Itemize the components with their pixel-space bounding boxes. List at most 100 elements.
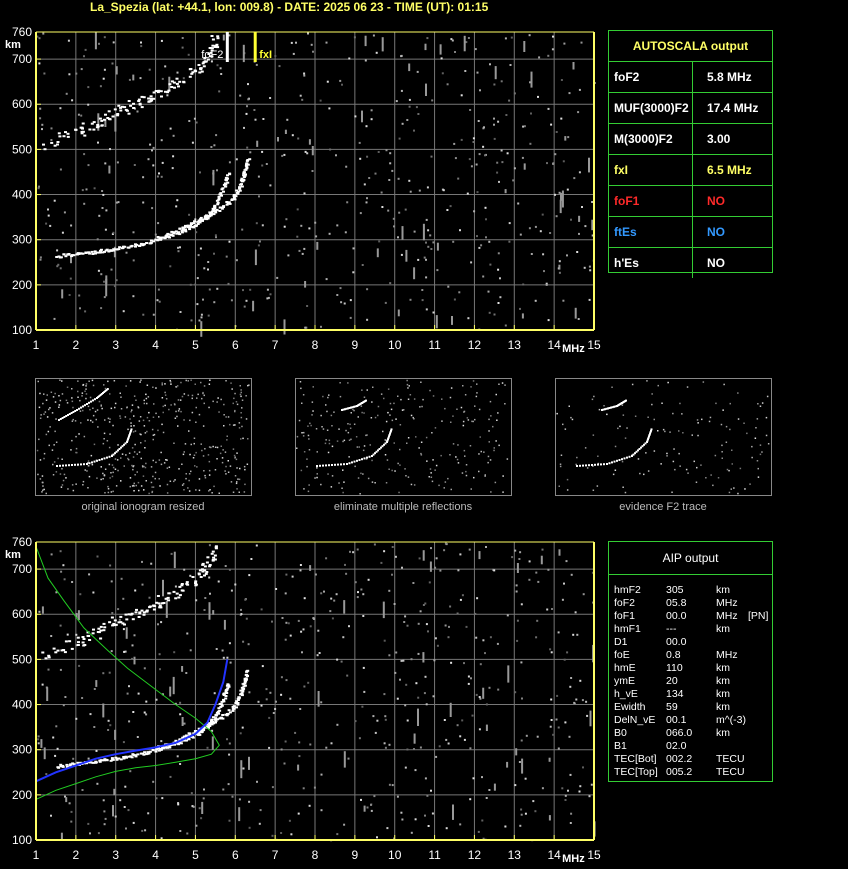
- thumb-noise: [626, 427, 628, 429]
- noise-dot: [556, 694, 559, 697]
- noise-dot: [532, 800, 535, 803]
- noise-dot: [496, 171, 499, 174]
- noise-dot: [443, 719, 446, 721]
- noise-dot: [353, 36, 356, 39]
- autoscala-key: M(3000)F2: [609, 124, 693, 154]
- thumb-noise: [328, 442, 331, 445]
- thumb-noise: [571, 418, 574, 421]
- trace-point: [57, 132, 61, 135]
- noise-dot: [220, 73, 223, 75]
- thumb-original: [35, 378, 252, 496]
- noise-dot: [538, 56, 541, 59]
- trace-point: [132, 107, 136, 109]
- noise-dot: [516, 619, 519, 622]
- noise-dot: [436, 644, 439, 647]
- trace-point: [135, 243, 138, 246]
- trace-point: [132, 102, 135, 105]
- noise-dot: [534, 299, 537, 302]
- thumb-noise: [614, 445, 617, 448]
- thumb-noise: [144, 440, 146, 442]
- noise-dot: [303, 597, 306, 600]
- thumb-noise: [208, 383, 211, 385]
- noise-dot: [240, 608, 242, 611]
- thumb-noise: [201, 449, 203, 452]
- thumb-noise: [87, 465, 90, 467]
- thumb-noise: [177, 399, 180, 401]
- noise-dot: [132, 711, 135, 713]
- trace-point: [210, 718, 214, 721]
- thumb-noise: [307, 490, 310, 493]
- thumb-noise: [492, 425, 494, 428]
- noise-dot: [476, 235, 478, 238]
- noise-dot: [446, 83, 449, 86]
- noise-dot: [504, 825, 507, 828]
- thumb-noise: [185, 379, 187, 382]
- noise-streak: [181, 666, 184, 672]
- trace-point: [140, 609, 144, 612]
- noise-dot: [500, 80, 503, 83]
- noise-dot: [98, 42, 100, 45]
- noise-dot: [221, 649, 224, 652]
- noise-dot: [478, 728, 481, 731]
- x-unit-label: MHz: [562, 853, 585, 865]
- noise-dot: [385, 149, 388, 152]
- noise-dot: [520, 661, 523, 664]
- noise-dot: [400, 659, 403, 662]
- thumb-noise: [246, 463, 249, 465]
- noise-dot: [323, 590, 325, 593]
- noise-dot: [141, 829, 144, 832]
- thumb-noise: [242, 437, 244, 440]
- noise-streak: [165, 600, 168, 618]
- noise-streak: [212, 610, 215, 615]
- thumb-noise: [450, 488, 452, 491]
- thumb-noise: [326, 429, 329, 431]
- thumb-noise: [87, 487, 89, 489]
- noise-dot: [432, 311, 435, 314]
- thumb-noise: [208, 460, 211, 463]
- noise-dot: [354, 581, 357, 584]
- autoscala-value: 3.00: [707, 132, 731, 146]
- trace-point: [81, 122, 85, 125]
- thumb-noise: [236, 481, 238, 483]
- noise-dot: [315, 235, 318, 238]
- thumb-trace: [368, 455, 371, 458]
- thumb-noise: [152, 416, 155, 418]
- noise-dot: [283, 153, 286, 156]
- autoscala-row: foF1 NO: [609, 185, 772, 216]
- noise-dot: [349, 316, 352, 319]
- thumb-trace: [101, 458, 103, 461]
- thumb-noise: [158, 416, 160, 418]
- thumb-noise: [95, 418, 97, 421]
- noise-dot: [216, 287, 219, 290]
- trace-point: [199, 67, 203, 70]
- noise-dot: [519, 824, 522, 827]
- noise-dot: [426, 794, 429, 797]
- thumb-noise: [697, 422, 699, 424]
- noise-dot: [43, 72, 46, 75]
- thumb-noise: [135, 484, 137, 487]
- noise-dot: [394, 671, 397, 674]
- noise-dot: [356, 596, 359, 599]
- noise-dot: [528, 227, 531, 230]
- thumb-noise: [324, 442, 327, 445]
- thumb-noise: [309, 422, 311, 425]
- aip-value: 00.1: [666, 714, 687, 726]
- noise-dot: [547, 568, 550, 571]
- thumb-noise: [666, 452, 668, 455]
- thumb-noise: [387, 388, 390, 390]
- noise-dot: [123, 806, 126, 808]
- noise-dot: [87, 822, 90, 825]
- thumb-noise: [406, 383, 409, 386]
- noise-dot: [480, 244, 483, 247]
- thumb-noise: [220, 398, 222, 401]
- noise-dot: [109, 724, 112, 727]
- thumb-noise: [148, 492, 150, 495]
- noise-dot: [329, 148, 332, 151]
- noise-dot: [485, 797, 488, 799]
- noise-dot: [558, 271, 561, 274]
- thumb-noise: [301, 432, 303, 434]
- noise-streak: [540, 555, 543, 565]
- thumb-trace: [628, 455, 631, 458]
- thumb-caption-evidence: evidence F2 trace: [619, 501, 707, 513]
- noise-dot: [395, 100, 398, 103]
